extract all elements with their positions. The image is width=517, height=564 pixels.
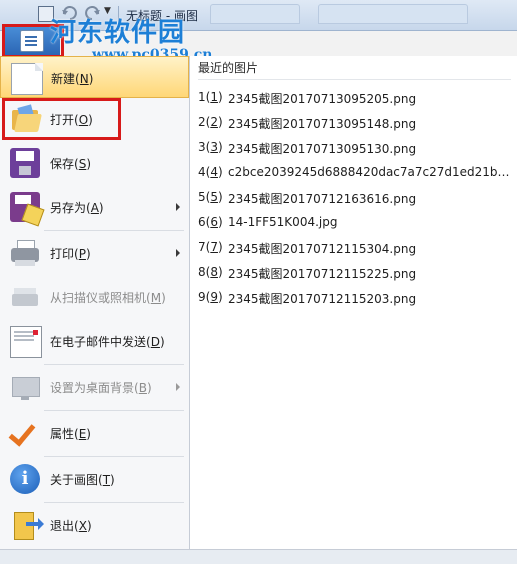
menu-item-save[interactable]: 保存(S) <box>0 142 189 184</box>
menu-divider <box>44 502 184 503</box>
menu-item-from-scanner: 从扫描仪或照相机(M) <box>0 276 189 318</box>
recent-file-number: 3(3) <box>198 140 223 154</box>
menu-divider <box>44 456 184 457</box>
menu-item-set-desktop-background: 设置为桌面背景(B) <box>0 366 189 408</box>
recent-file-name: 2345截图20170713095205.png <box>228 92 417 106</box>
submenu-arrow-icon <box>176 249 180 257</box>
recent-pictures-panel: 最近的图片 1(1) 2345截图20170713095205.png 2(2)… <box>190 56 517 549</box>
menu-item-label: 从扫描仪或照相机(M) <box>50 291 166 305</box>
recent-file-number: 5(5) <box>198 190 223 204</box>
menu-item-properties[interactable]: 属性(E) <box>0 412 189 454</box>
recent-file-name: 2345截图20170712115203.png <box>228 292 417 306</box>
menu-item-about-paint[interactable]: i 关于画图(T) <box>0 458 189 500</box>
background-tab <box>318 4 468 24</box>
info-icon: i <box>10 464 40 494</box>
recent-file-name: 2345截图20170712115225.png <box>228 267 417 281</box>
checkmark-icon <box>10 418 40 448</box>
menu-item-label: 在电子邮件中发送(D) <box>50 335 165 349</box>
menu-item-save-as[interactable]: 另存为(A) <box>0 186 189 228</box>
file-menu: 新建(N) 打开(O) 保存(S) 另存为(A) 打印(P) 从扫描仪或照相机(… <box>0 56 190 549</box>
scanner-icon <box>10 282 40 312</box>
recent-file-number: 9(9) <box>198 290 223 304</box>
open-folder-icon <box>10 104 42 134</box>
menu-item-label: 属性(E) <box>50 427 91 441</box>
menu-item-exit[interactable]: 退出(X) <box>0 504 189 546</box>
menu-bottom-bar <box>0 549 517 564</box>
menu-divider <box>44 410 184 411</box>
menu-divider <box>44 230 184 231</box>
menu-divider <box>44 364 184 365</box>
menu-item-open[interactable]: 打开(O) <box>0 98 189 140</box>
recent-file-number: 1(1) <box>198 90 223 104</box>
menu-item-print[interactable]: 打印(P) <box>0 232 189 274</box>
recent-file-name: 14-1FF51K004.jpg <box>228 215 338 229</box>
recent-file-number: 6(6) <box>198 215 223 229</box>
menu-item-label: 新建(N) <box>51 72 94 86</box>
save-as-icon <box>10 192 40 222</box>
email-icon <box>10 326 42 358</box>
recent-file-item[interactable]: 2(2) 2345截图20170713095148.png <box>198 111 514 133</box>
paint-document-icon <box>20 30 44 52</box>
recent-file-number: 4(4) <box>198 165 223 179</box>
recent-file-item[interactable]: 6(6) 14-1FF51K004.jpg <box>198 211 514 233</box>
recent-file-name: 2345截图20170712115304.png <box>228 242 417 256</box>
submenu-arrow-icon <box>176 383 180 391</box>
new-document-icon <box>11 63 43 95</box>
recent-file-item[interactable]: 9(9) 2345截图20170712115203.png <box>198 286 514 308</box>
menu-item-label: 打印(P) <box>50 247 91 261</box>
background-tab <box>210 4 300 24</box>
recent-file-item[interactable]: 5(5) 2345截图20170712163616.png <box>198 186 514 208</box>
recent-file-item[interactable]: 7(7) 2345截图20170712115304.png <box>198 236 514 258</box>
recent-file-name: 2345截图20170713095130.png <box>228 142 417 156</box>
menu-item-send-email[interactable]: 在电子邮件中发送(D) <box>0 320 189 362</box>
save-disk-icon <box>10 148 40 178</box>
recent-file-number: 7(7) <box>198 240 223 254</box>
recent-file-name: c2bce2039245d6888420dac7a7c27d1ed21b247.… <box>228 165 514 179</box>
recent-file-number: 2(2) <box>198 115 223 129</box>
printer-icon <box>10 238 40 268</box>
recent-file-item[interactable]: 4(4) c2bce2039245d6888420dac7a7c27d1ed21… <box>198 161 514 183</box>
menu-item-new[interactable]: 新建(N) <box>0 56 189 98</box>
menu-item-label: 打开(O) <box>50 113 93 127</box>
menu-item-label: 设置为桌面背景(B) <box>50 381 152 395</box>
menu-item-label: 保存(S) <box>50 157 92 171</box>
menu-item-label: 退出(X) <box>50 519 92 533</box>
recent-pictures-heading: 最近的图片 <box>198 61 259 75</box>
recent-file-number: 8(8) <box>198 265 223 279</box>
recent-file-name: 2345截图20170713095148.png <box>228 117 417 131</box>
menu-item-label: 关于画图(T) <box>50 473 115 487</box>
recent-divider <box>198 79 511 80</box>
submenu-arrow-icon <box>176 203 180 211</box>
recent-file-name: 2345截图20170712163616.png <box>228 192 417 206</box>
recent-file-item[interactable]: 3(3) 2345截图20170713095130.png <box>198 136 514 158</box>
recent-file-item[interactable]: 1(1) 2345截图20170713095205.png <box>198 86 514 108</box>
menu-item-label: 另存为(A) <box>50 201 104 215</box>
recent-file-item[interactable]: 8(8) 2345截图20170712115225.png <box>198 261 514 283</box>
exit-door-icon <box>10 510 44 540</box>
desktop-monitor-icon <box>10 372 40 402</box>
watermark-brand: 河东软件园 <box>50 18 186 48</box>
